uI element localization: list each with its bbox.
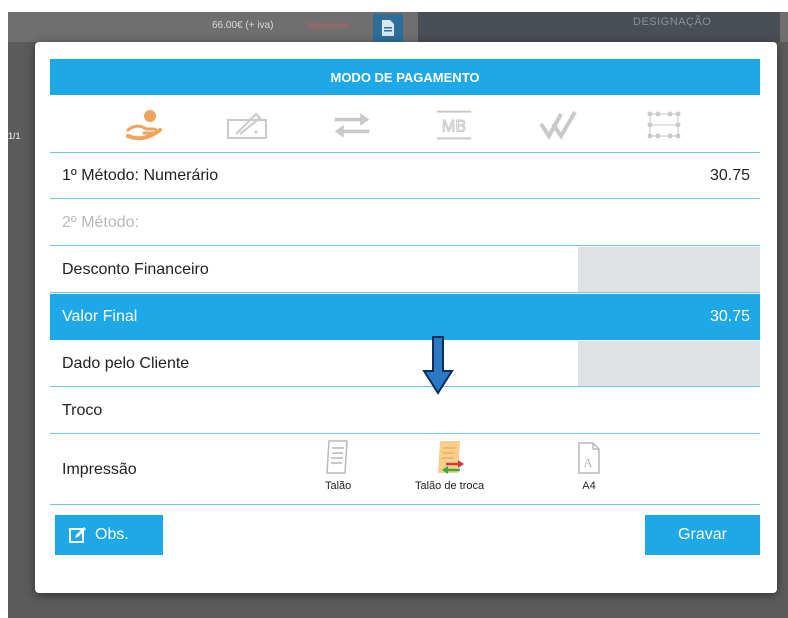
first-method-value: 30.75 — [709, 166, 750, 184]
background-page-info: 1/1 — [8, 131, 21, 141]
print-option-receipt-label: Talão — [325, 480, 352, 492]
payment-method-transfer[interactable] — [331, 105, 373, 145]
modal-title: MODO DE PAGAMENTO — [50, 59, 760, 95]
final-value-row: Valor Final 30.75 — [50, 294, 760, 340]
obs-button-label: Obs. — [95, 526, 129, 543]
double-check-icon — [539, 110, 577, 140]
edit-note-icon — [69, 526, 87, 544]
background-header-bar — [418, 12, 780, 42]
change-label: Troco — [62, 401, 103, 419]
print-option-gift-receipt[interactable]: Talão de troca — [415, 439, 484, 492]
multibanco-icon: MB — [436, 110, 472, 140]
second-method-label: 2º Método: — [62, 213, 139, 231]
svg-text:A: A — [583, 455, 593, 470]
payment-method-check[interactable] — [226, 105, 268, 145]
print-label: Impressão — [62, 460, 137, 478]
a4-document-icon: A — [578, 442, 600, 474]
background-unavailable-label: Indisponível — [306, 21, 349, 30]
payment-method-other[interactable] — [643, 105, 685, 145]
final-value-label: Valor Final — [62, 307, 138, 325]
second-method-row[interactable]: 2º Método: — [50, 200, 760, 246]
save-button[interactable]: Gravar — [645, 515, 760, 555]
first-method-row[interactable]: 1º Método: Numerário 30.75 — [50, 153, 760, 199]
print-option-a4[interactable]: A A4 — [575, 439, 603, 492]
payment-method-multibanco[interactable]: MB — [433, 105, 475, 145]
payment-modal: MODO DE PAGAMENTO MB 1º Método: Numerári… — [35, 42, 777, 593]
payment-methods-bar: MB — [50, 97, 760, 153]
cash-hand-icon — [126, 110, 162, 141]
annotation-arrow-down-icon — [422, 336, 454, 395]
background-document-button — [373, 14, 403, 42]
document-icon — [382, 20, 394, 36]
change-row: Troco — [50, 388, 760, 434]
obs-button[interactable]: Obs. — [55, 515, 163, 555]
print-option-receipt[interactable]: Talão — [325, 439, 351, 492]
final-value-amount: 30.75 — [709, 307, 750, 325]
print-option-gift-receipt-label: Talão de troca — [415, 480, 485, 492]
payment-method-cash[interactable] — [123, 105, 165, 145]
background-price: 66.00€ (+ iva) — [212, 20, 274, 31]
financial-discount-label: Desconto Financeiro — [62, 260, 209, 278]
check-sign-icon — [227, 112, 267, 139]
given-by-client-input[interactable] — [578, 341, 760, 386]
grid-dots-icon — [647, 111, 681, 139]
given-by-client-label: Dado pelo Cliente — [62, 354, 190, 372]
financial-discount-row: Desconto Financeiro — [50, 247, 760, 293]
transfer-arrows-icon — [334, 113, 370, 138]
svg-text:MB: MB — [442, 118, 466, 136]
given-by-client-row: Dado pelo Cliente — [50, 341, 760, 387]
receipt-icon — [326, 440, 348, 474]
background-column-header: DESIGNAÇÃO — [633, 16, 712, 28]
print-row: Impressão Talão Talão de troca A A4 — [50, 435, 760, 505]
print-option-a4-label: A4 — [582, 480, 596, 492]
payment-method-double-check[interactable] — [538, 105, 580, 145]
first-method-label: 1º Método: Numerário — [62, 166, 219, 184]
gift-receipt-icon — [437, 441, 464, 474]
financial-discount-input[interactable] — [578, 247, 760, 292]
